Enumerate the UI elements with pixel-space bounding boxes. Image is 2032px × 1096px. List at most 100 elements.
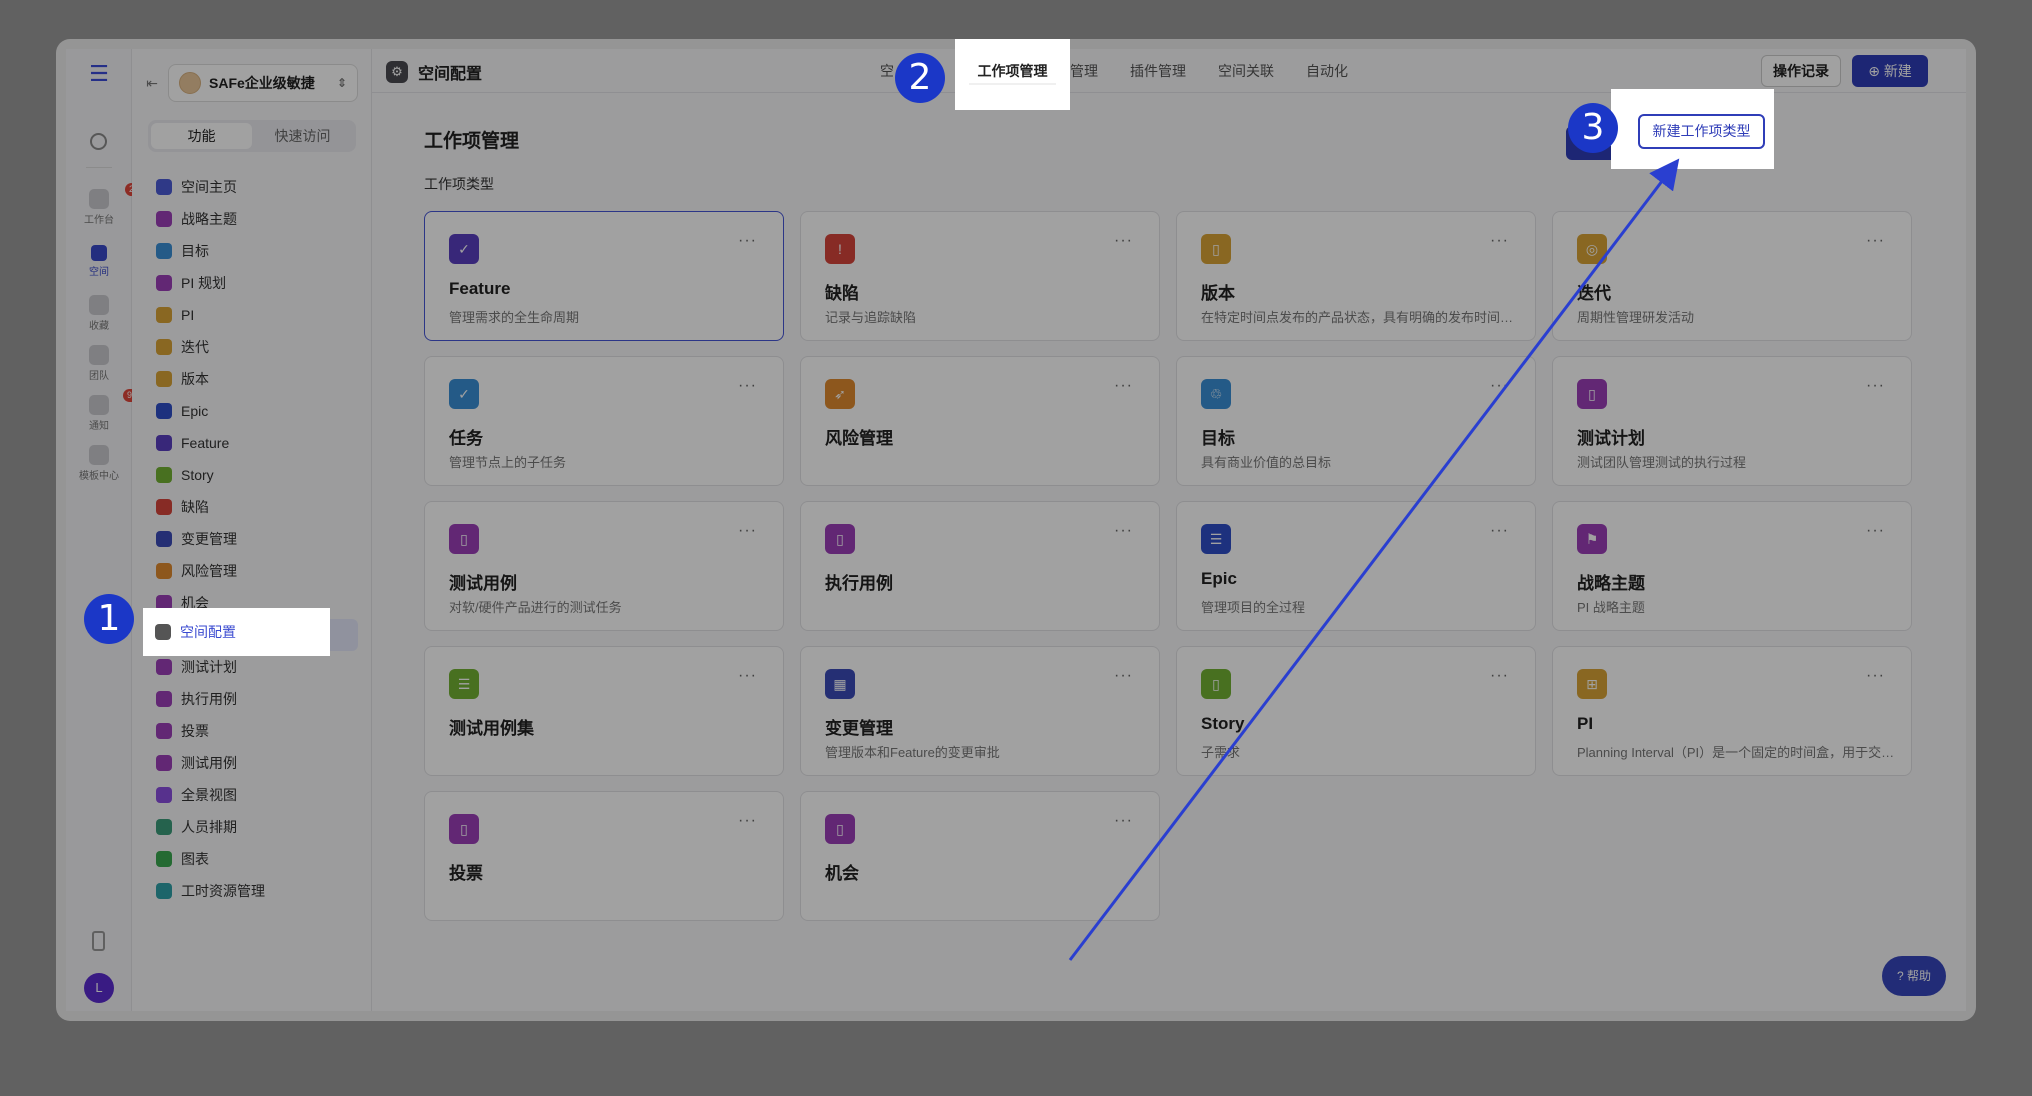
nav-item-icon (156, 659, 172, 675)
work-item-type-card[interactable]: ▯ ··· Story 子需求 (1176, 646, 1536, 776)
more-options-icon[interactable]: ··· (738, 667, 757, 685)
more-options-icon[interactable]: ··· (1866, 522, 1885, 540)
sidebar-item[interactable]: 缺陷 (148, 491, 358, 523)
nav-item-icon (156, 467, 172, 483)
more-options-icon[interactable]: ··· (1114, 812, 1133, 830)
sidebar-item[interactable]: 图表 (148, 843, 358, 875)
sidebar-item[interactable]: 人员排期 (148, 811, 358, 843)
more-options-icon[interactable]: ··· (1866, 667, 1885, 685)
avatar[interactable]: L (84, 973, 114, 1003)
board-icon: ▦ (825, 669, 855, 699)
work-item-type-card[interactable]: ▯ ··· 执行用例 (800, 501, 1160, 631)
more-options-icon[interactable]: ··· (1866, 232, 1885, 250)
rail-item-team[interactable]: 团队 (66, 345, 132, 382)
card-title: 风险管理 (825, 429, 893, 448)
bookmark-icon: ▯ (825, 814, 855, 844)
sidebar-item[interactable]: 目标 (148, 235, 358, 267)
rail-item-workbench[interactable]: 2 工作台 (66, 183, 139, 226)
sidebar-item[interactable]: 风险管理 (148, 555, 358, 587)
work-item-type-card[interactable]: ▯ ··· 版本 在特定时间点发布的产品状态，具有明确的发布时间和版本号 (1176, 211, 1536, 341)
work-item-type-card[interactable]: ☰ ··· 测试用例集 (424, 646, 784, 776)
highlight-work-item-tab[interactable]: 工作项管理 (955, 39, 1070, 110)
sidebar-item[interactable]: 战略主题 (148, 203, 358, 235)
work-item-type-card[interactable]: ▯ ··· 机会 (800, 791, 1160, 921)
more-options-icon[interactable]: ··· (738, 522, 757, 540)
workspace-icon (179, 72, 201, 94)
more-options-icon[interactable]: ··· (1114, 232, 1133, 250)
nav-item-icon (156, 787, 172, 803)
more-options-icon[interactable]: ··· (1866, 377, 1885, 395)
more-options-icon[interactable]: ··· (1490, 522, 1509, 540)
tab-space-links[interactable]: 空间关联 (1202, 49, 1290, 93)
operation-log-button[interactable]: 操作记录 (1761, 55, 1841, 87)
more-options-icon[interactable]: ··· (1114, 522, 1133, 540)
card-title: 测试计划 (1577, 429, 1645, 448)
workspace-select[interactable]: SAFe企业级敏捷 ⇕ (168, 64, 358, 102)
rail-item-favorites[interactable]: 收藏 (66, 295, 132, 332)
rail-item-templates[interactable]: 模板中心 (66, 445, 132, 482)
bookmark-icon: ▯ (449, 814, 479, 844)
work-item-type-card[interactable]: ▯ ··· 投票 (424, 791, 784, 921)
work-item-type-card[interactable]: ▦ ··· 变更管理 管理版本和Feature的变更审批 (800, 646, 1160, 776)
nav-item-icon (156, 499, 172, 515)
more-options-icon[interactable]: ··· (738, 812, 757, 830)
more-options-icon[interactable]: ··· (1490, 667, 1509, 685)
more-options-icon[interactable]: ··· (1490, 377, 1509, 395)
tab-quick-access[interactable]: 快速访问 (252, 123, 353, 149)
sidebar-item[interactable]: 执行用例 (148, 683, 358, 715)
work-item-type-card[interactable]: ! ··· 缺陷 记录与追踪缺陷 (800, 211, 1160, 341)
work-item-type-card[interactable]: ◎ ··· 迭代 周期性管理研发活动 (1552, 211, 1912, 341)
tab-plugins[interactable]: 插件管理 (1114, 49, 1202, 93)
rocket-icon: ➶ (825, 379, 855, 409)
card-title: Epic (1201, 569, 1237, 588)
work-item-type-card[interactable]: ✓ ··· Feature 管理需求的全生命周期 (424, 211, 784, 341)
sidebar-item[interactable]: 迭代 (148, 331, 358, 363)
rail-item-space[interactable]: 空间 (66, 245, 132, 278)
rail-item-notifications[interactable]: 99+ 通知 (66, 389, 147, 432)
new-button[interactable]: ⊕ 新建 (1852, 55, 1928, 87)
card-description: 测试团队管理测试的执行过程 (1577, 455, 1747, 470)
more-options-icon[interactable]: ··· (1114, 377, 1133, 395)
sidebar-item[interactable]: 测试用例 (148, 747, 358, 779)
card-title: 执行用例 (825, 574, 893, 593)
settings-icon (155, 624, 171, 640)
collapse-sidebar-icon[interactable]: ⇤ (140, 75, 164, 92)
sidebar-item[interactable]: 版本 (148, 363, 358, 395)
sidebar-item[interactable]: Epic (148, 395, 358, 427)
more-options-icon[interactable]: ··· (1490, 232, 1509, 250)
sidebar-item[interactable]: PI 规划 (148, 267, 358, 299)
logo-icon[interactable]: ☰ (85, 63, 113, 85)
sidebar-item[interactable]: 变更管理 (148, 523, 358, 555)
search-icon[interactable] (90, 133, 107, 150)
sidebar-item[interactable]: Story (148, 459, 358, 491)
help-button[interactable]: ? 帮助 (1882, 956, 1946, 996)
tab-features[interactable]: 功能 (151, 123, 252, 149)
highlight-new-type-button[interactable]: 新建工作项类型 (1638, 114, 1765, 149)
grid-icon (89, 445, 109, 465)
card-description: PI 战略主题 (1577, 600, 1645, 615)
highlight-space-config[interactable]: 空间配置 (143, 608, 330, 656)
more-options-icon[interactable]: ··· (738, 377, 757, 395)
work-item-type-card[interactable]: ✓ ··· 任务 管理节点上的子任务 (424, 356, 784, 486)
sidebar-item[interactable]: 投票 (148, 715, 358, 747)
mobile-icon[interactable] (92, 931, 105, 951)
work-item-type-card[interactable]: ▯ ··· 测试用例 对软/硬件产品进行的测试任务 (424, 501, 784, 631)
sidebar-item[interactable]: 工时资源管理 (148, 875, 358, 907)
tab-automation[interactable]: 自动化 (1290, 49, 1364, 93)
sidebar-item[interactable]: Feature (148, 427, 358, 459)
work-item-type-card[interactable]: ☰ ··· Epic 管理项目的全过程 (1176, 501, 1536, 631)
more-options-icon[interactable]: ··· (738, 232, 757, 250)
sidebar-item[interactable]: 空间主页 (148, 171, 358, 203)
card-title: 测试用例集 (449, 719, 534, 738)
work-item-type-card[interactable]: ⊞ ··· PI Planning Interval（PI）是一个固定的时间盒，用于交… (1552, 646, 1912, 776)
more-options-icon[interactable]: ··· (1114, 667, 1133, 685)
work-item-type-card[interactable]: ♲ ··· 目标 具有商业价值的总目标 (1176, 356, 1536, 486)
work-item-type-card[interactable]: ⚑ ··· 战略主题 PI 战略主题 (1552, 501, 1912, 631)
chevron-updown-icon: ⇕ (336, 76, 347, 90)
work-item-type-card[interactable]: ➶ ··· 风险管理 (800, 356, 1160, 486)
sidebar-item[interactable]: 全景视图 (148, 779, 358, 811)
step-badge-3: 3 (1568, 103, 1618, 153)
sidebar-item[interactable]: PI (148, 299, 358, 331)
work-item-type-card[interactable]: ▯ ··· 测试计划 测试团队管理测试的执行过程 (1552, 356, 1912, 486)
list-icon: ☰ (1201, 524, 1231, 554)
